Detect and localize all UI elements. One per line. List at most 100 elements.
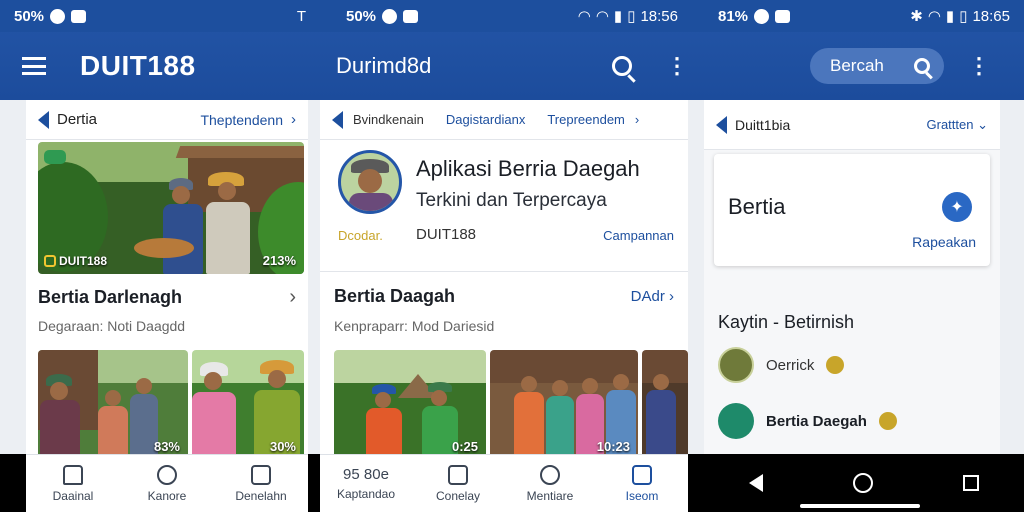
thumbnail[interactable]: 83% (38, 350, 188, 460)
thumbnail[interactable]: 30% (192, 350, 304, 460)
home-icon (63, 464, 83, 485)
search-icon (914, 58, 933, 80)
people-icon (157, 464, 177, 485)
signal-icon: ▮ (945, 8, 955, 25)
screen-3: 81% ✱ ◠ ▮ ▯ 18:65 Bercah ⋮ Duitt1bia Grattte… (704, 0, 1024, 512)
chevron-right-icon: › (291, 111, 296, 128)
nav-category[interactable]: Kanore (120, 455, 214, 512)
signal-icon: ▮ (613, 8, 623, 25)
notification-icon (403, 9, 419, 23)
badge-icon (44, 255, 56, 267)
toolbar: Bercah ⋮ (704, 32, 1024, 100)
clock: 18:65 (972, 7, 1010, 25)
hero-stat: 213% (262, 253, 296, 268)
feed-icon (632, 464, 652, 485)
section-header[interactable]: Bertia Darlenagh › (38, 286, 296, 309)
battery-icon: ▯ (959, 8, 968, 25)
breadcrumb: Dertia Theptendenn › (26, 100, 308, 140)
bookmark-icon (251, 464, 271, 485)
thumbnail[interactable]: 10:23 (490, 350, 638, 460)
hero-image[interactable]: DUIT188 213% (38, 142, 304, 274)
list-item[interactable]: Bertia Daegah (718, 402, 986, 440)
person-icon (540, 464, 560, 485)
thumbnail-stat: 83% (153, 439, 180, 454)
avatar (338, 150, 402, 214)
breadcrumb: Duitt1bia Grattten ⌄ (704, 100, 1000, 150)
status-right: T (296, 7, 306, 25)
status-text: 81% (718, 7, 749, 25)
nav-label: Daainal (52, 488, 94, 503)
tab-item[interactable]: Trepreendem (547, 112, 625, 127)
section-title: Bertia Daagah (334, 286, 456, 306)
list-item-label: Bertia Daegah (766, 412, 867, 430)
nav-label: Iseom (625, 488, 659, 503)
sync-icon (382, 8, 398, 24)
compass-icon[interactable]: ✦ (942, 192, 972, 222)
menu-icon[interactable] (22, 57, 46, 75)
back-icon[interactable] (38, 110, 49, 129)
breadcrumb-link[interactable]: Theptendenn (200, 112, 283, 128)
campaign-link[interactable]: Campannan (603, 228, 674, 243)
publisher-tag: Dcodar. (338, 228, 383, 243)
nav-calculator[interactable]: Conelay (412, 455, 504, 512)
section-title: Bertia Darlenagh (38, 287, 183, 307)
wifi-icon: ◠ (595, 8, 609, 25)
nav-home[interactable]: 95 80e Kaptandao (320, 455, 412, 512)
nav-home[interactable]: Daainal (26, 455, 120, 512)
screen-1: 50% T DUIT188 Dertia Theptendenn › DUIT1… (0, 0, 320, 512)
status-text: 50% (346, 7, 377, 25)
thumbnail-stat: 30% (269, 439, 296, 454)
bottom-nav: Daainal Kanore Denelahn (26, 454, 308, 512)
home-nav-icon[interactable] (853, 473, 873, 493)
battery-icon: ▯ (627, 8, 636, 25)
section-header[interactable]: Bertia Daagah DAdr › (334, 286, 674, 307)
back-icon[interactable] (716, 115, 727, 134)
breadcrumb-label: Dertia (57, 111, 98, 128)
dropdown-trigger[interactable]: Grattten ⌄ (927, 117, 988, 133)
card-link[interactable]: Rapeakan (912, 234, 976, 250)
coin-icon (878, 412, 897, 430)
calculator-icon (448, 464, 468, 485)
search-pill[interactable]: Bercah (810, 48, 944, 84)
list-item[interactable]: Oerrick (718, 346, 986, 384)
nav-profile[interactable]: Mentiare (504, 455, 596, 512)
thumbnail[interactable] (642, 350, 688, 460)
app-title: Durimd8d (336, 53, 432, 78)
nav-label: Conelay (435, 488, 481, 503)
status-bar: 50% ◠ ◠ ▮ ▯ 18:56 (320, 0, 704, 32)
sync-icon (50, 8, 66, 24)
notification-icon (71, 9, 87, 23)
avatar (718, 347, 754, 383)
screen-2: 50% ◠ ◠ ▮ ▯ 18:56 Durimd8d ⋮ Bvindkenain Dag… (320, 0, 704, 512)
thumbnail-stat: 0:25 (451, 439, 478, 454)
search-icon[interactable] (612, 56, 636, 83)
hero-badge: DUIT188 (44, 254, 107, 268)
status-text: 50% (14, 7, 45, 25)
nav-label: Denelahn (235, 488, 287, 503)
featured-header[interactable]: Aplikasi Berria Daegah Terkini dan Terpe… (320, 140, 688, 272)
tab-item[interactable]: Bvindkenain (353, 112, 424, 127)
nav-label: Kaptandao (336, 487, 396, 501)
feature-card[interactable]: Bertia ✦ Rapeakan (714, 154, 990, 266)
app-title: DUIT188 (80, 50, 196, 81)
recents-nav-icon[interactable] (963, 475, 979, 491)
nav-saved[interactable]: Denelahn (214, 455, 308, 512)
search-label: Bercah (830, 56, 884, 75)
list-title: Kaytin - Betirnish (718, 312, 855, 332)
chevron-right-icon: › (289, 286, 296, 308)
tab-item[interactable]: Dagistardianx (446, 112, 526, 127)
thumbnail[interactable]: 0:25 (334, 350, 486, 460)
back-icon[interactable] (332, 110, 343, 129)
nav-feed[interactable]: Iseom (596, 455, 688, 512)
chevron-right-icon: › (634, 112, 640, 127)
publisher-name: DUIT188 (416, 226, 477, 243)
status-bar: 81% ✱ ◠ ▮ ▯ 18:65 (704, 0, 1024, 32)
tab-strip: Bvindkenain Dagistardianx Trepreendem › (320, 100, 688, 140)
section-link[interactable]: DAdr › (631, 288, 674, 305)
more-vert-icon[interactable]: ⋮ (968, 53, 990, 79)
thumbnail-stat: 10:23 (596, 439, 630, 454)
back-nav-icon[interactable] (749, 474, 763, 492)
headline: Aplikasi Berria Daegah (416, 156, 640, 181)
coin-icon (826, 356, 845, 374)
more-vert-icon[interactable]: ⋮ (666, 55, 688, 77)
